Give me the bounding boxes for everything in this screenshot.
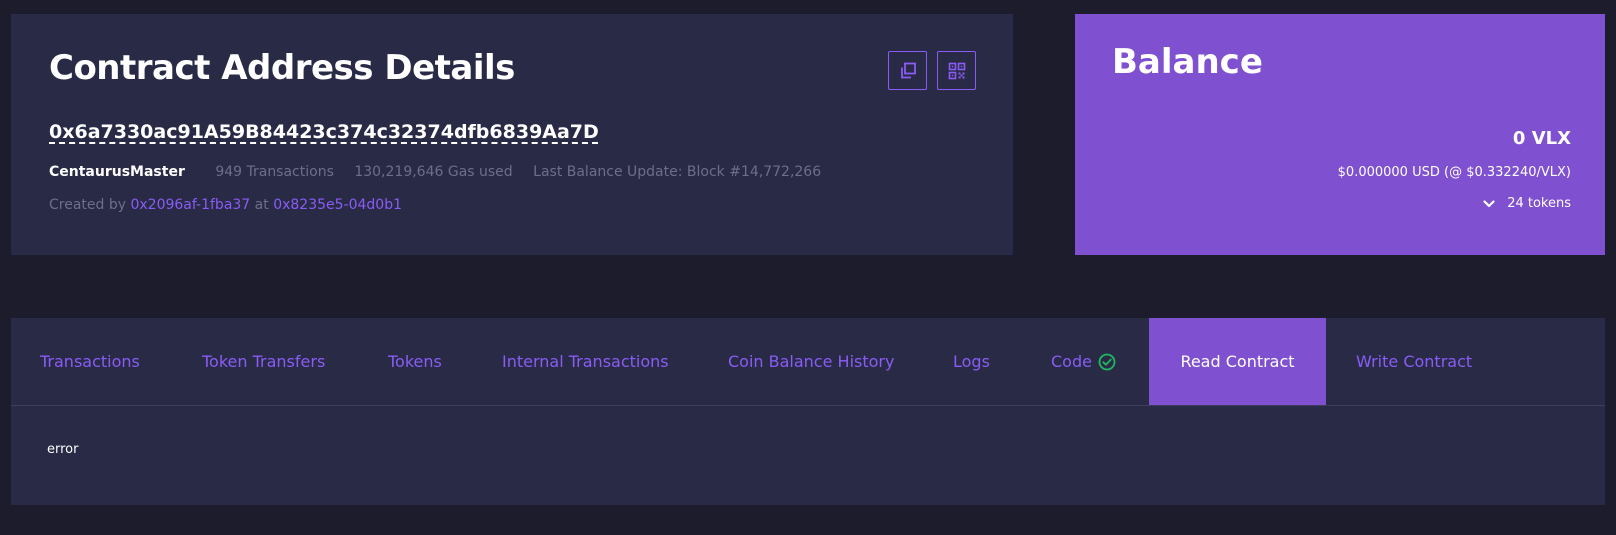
token-count: 24 tokens bbox=[1507, 196, 1571, 211]
tab-code[interactable]: Code bbox=[1051, 318, 1116, 405]
page-title: Contract Address Details bbox=[49, 48, 515, 88]
created-by-label: Created by bbox=[49, 197, 127, 213]
creation-tx-link[interactable]: 0x8235e5-04d0b1 bbox=[273, 197, 402, 213]
contract-address[interactable]: 0x6a7330ac91A59B84423c374c32374dfb6839Aa… bbox=[49, 121, 599, 143]
contract-name: CentaurusMaster bbox=[49, 164, 185, 180]
address-details-card: Contract Address Details 0x6a7330ac91A59… bbox=[11, 14, 1013, 255]
check-circle-icon bbox=[1098, 353, 1116, 371]
tokens-dropdown-toggle[interactable]: 24 tokens bbox=[1483, 196, 1571, 211]
last-balance-update: Last Balance Update: Block #14,772,266 bbox=[533, 164, 822, 180]
creator-address-link[interactable]: 0x2096af-1fba37 bbox=[130, 197, 250, 213]
copy-icon bbox=[900, 62, 916, 78]
tab-token-transfers[interactable]: Token Transfers bbox=[202, 318, 325, 405]
tab-coin-balance-history[interactable]: Coin Balance History bbox=[728, 318, 894, 405]
balance-card: Balance 0 VLX $0.000000 USD (@ $0.332240… bbox=[1075, 14, 1605, 255]
tab-bar: Transactions Token Transfers Tokens Inte… bbox=[11, 318, 1605, 406]
gas-used: 130,219,646 Gas used bbox=[354, 164, 513, 180]
qr-code-button[interactable] bbox=[937, 51, 976, 90]
contract-tabs-card: Transactions Token Transfers Tokens Inte… bbox=[11, 318, 1605, 505]
tab-internal-transactions[interactable]: Internal Transactions bbox=[502, 318, 669, 405]
tab-transactions[interactable]: Transactions bbox=[40, 318, 140, 405]
chevron-down-icon bbox=[1483, 199, 1495, 207]
copy-address-button[interactable] bbox=[888, 51, 927, 90]
error-message: error bbox=[47, 442, 79, 457]
created-by-row: Created by 0x2096af-1fba37 at 0x8235e5-0… bbox=[49, 197, 402, 213]
balance-amount: 0 VLX bbox=[1512, 128, 1571, 149]
tab-code-label: Code bbox=[1051, 352, 1092, 371]
balance-usd-value: $0.000000 USD (@ $0.332240/VLX) bbox=[1337, 165, 1571, 180]
contract-meta: CentaurusMaster 949 Transactions 130,219… bbox=[49, 164, 837, 180]
transaction-count: 949 Transactions bbox=[215, 164, 334, 180]
tab-tokens[interactable]: Tokens bbox=[388, 318, 442, 405]
tab-read-contract[interactable]: Read Contract bbox=[1149, 318, 1326, 405]
qr-code-icon bbox=[948, 62, 965, 79]
at-label: at bbox=[254, 197, 269, 213]
tab-logs[interactable]: Logs bbox=[953, 318, 990, 405]
balance-title: Balance bbox=[1112, 42, 1263, 82]
tab-write-contract[interactable]: Write Contract bbox=[1356, 318, 1472, 405]
